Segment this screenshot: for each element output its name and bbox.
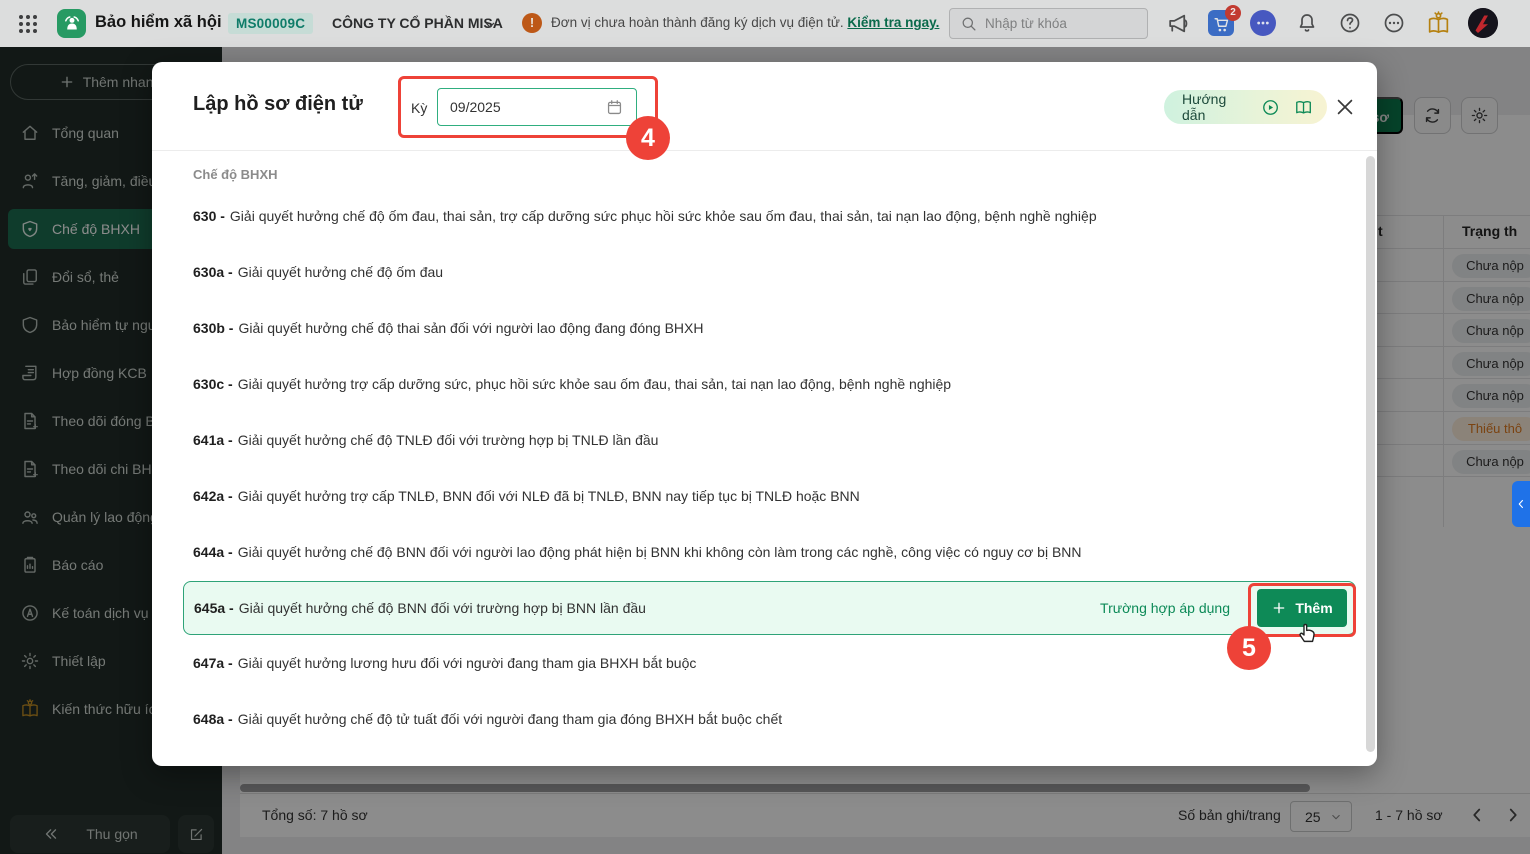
procedure-name: Giải quyết hưởng trợ cấp TNLĐ, BNN đối v… [237,488,860,504]
procedure-row[interactable]: 630 - Giải quyết hưởng chế độ ốm đau, th… [183,188,1356,244]
app-title: Bảo hiểm xã hội [95,13,222,31]
procedure-row[interactable]: 648a - Giải quyết hưởng chế độ tử tuất đ… [183,691,1356,747]
procedure-name: Giải quyết hưởng chế độ BNN đối với ngườ… [237,544,1082,560]
procedure-code: 630c - [193,376,233,392]
procedure-name: Giải quyết hưởng chế độ ốm đau, thai sản… [229,208,1097,224]
play-video-icon[interactable] [1261,97,1280,118]
warning-icon: ! [522,13,542,33]
procedure-name: Giải quyết hưởng trợ cấp dưỡng sức, phục… [237,376,952,392]
avatar[interactable] [1468,8,1498,38]
procedure-row[interactable]: 645a - Giải quyết hưởng chế độ BNN đối v… [183,581,1356,635]
section-header: Chế độ BHXH [193,167,278,182]
megaphone-icon[interactable] [1166,11,1191,36]
app-grid-icon[interactable] [16,12,40,36]
guide-book-icon[interactable] [1294,97,1313,118]
procedure-name: Giải quyết hưởng chế độ BNN đối với trườ… [238,600,646,616]
app-logo-icon [57,9,86,38]
procedure-row[interactable]: 630a - Giải quyết hưởng chế độ ốm đau [183,244,1356,300]
period-input[interactable]: 09/2025 [437,88,637,126]
create-dossier-modal: Lập hồ sơ điện tử Kỳ 09/2025 Hướng dẫn C… [152,62,1377,766]
help-icon[interactable] [1338,11,1363,36]
modal-title: Lập hồ sơ điện tử [193,93,363,115]
procedure-code: 630a - [193,264,233,280]
warning-text: Đơn vị chưa hoàn thành đăng ký dịch vụ đ… [551,15,939,30]
warning-message: Đơn vị chưa hoàn thành đăng ký dịch vụ đ… [551,15,844,30]
procedure-code: 641a - [193,432,233,448]
search-icon [960,15,977,32]
procedure-name: Giải quyết hưởng chế độ ốm đau [237,264,444,280]
search-input[interactable] [985,16,1125,31]
add-button[interactable]: Thêm [1257,589,1347,627]
org-name[interactable]: CÔNG TY CỔ PHẦN MISA [332,15,503,31]
procedure-code: 648a - [193,711,233,727]
procedure-code: 630b - [193,320,234,336]
period-label: Kỳ [411,100,428,116]
calendar-icon[interactable] [605,98,624,117]
more-options-icon[interactable] [1382,11,1407,36]
modal-scrollbar[interactable] [1366,156,1375,752]
procedure-code: 642a - [193,488,233,504]
expand-side-panel-tab[interactable] [1512,481,1530,527]
chat-icon[interactable] [1250,10,1276,36]
global-search[interactable] [949,8,1148,39]
procedure-name: Giải quyết hưởng chế độ tử tuất đối với … [237,711,783,727]
procedure-code: 645a - [194,600,234,616]
tutorial-step-badge-4: 4 [626,116,670,160]
procedure-code: 630 - [193,208,225,224]
guide-pill[interactable]: Hướng dẫn [1164,90,1327,124]
procedure-row[interactable]: 630c - Giải quyết hưởng trợ cấp dưỡng sứ… [183,356,1356,412]
procedure-row[interactable]: 630b - Giải quyết hưởng chế độ thai sản … [183,300,1356,356]
add-button-label: Thêm [1295,600,1333,616]
procedure-code: 644a - [193,544,233,560]
procedure-name: Giải quyết hưởng lương hưu đối với người… [237,655,697,671]
knowledge-book-icon[interactable] [1426,11,1451,36]
tutorial-step-badge-5: 5 [1227,626,1271,670]
modal-body: Chế độ BHXH 630 - Giải quyết hưởng chế đ… [152,151,1377,765]
chevron-left-icon [1514,497,1528,511]
procedure-list: 630 - Giải quyết hưởng chế độ ốm đau, th… [152,188,1377,747]
procedure-name: Giải quyết hưởng chế độ thai sản đối với… [238,320,704,336]
guide-label: Hướng dẫn [1182,91,1227,123]
close-icon[interactable] [1334,96,1358,120]
bell-icon[interactable] [1295,11,1320,36]
procedure-name: Giải quyết hưởng chế độ TNLĐ đối với trư… [237,432,659,448]
plus-icon [1271,600,1287,616]
topbar: Bảo hiểm xã hội MS00009C CÔNG TY CỔ PHẦN… [0,0,1530,47]
period-value: 09/2025 [450,99,501,115]
check-now-link[interactable]: Kiểm tra ngay. [847,15,939,30]
procedure-row[interactable]: 644a - Giải quyết hưởng chế độ BNN đối v… [183,524,1356,580]
procedure-row[interactable]: 642a - Giải quyết hưởng trợ cấp TNLĐ, BN… [183,468,1356,524]
procedure-row[interactable]: 647a - Giải quyết hưởng lương hưu đối vớ… [183,635,1356,691]
org-code-badge: MS00009C [228,13,314,34]
apply-case-link[interactable]: Trường hợp áp dụng [1100,582,1230,634]
chevron-down-icon[interactable] [482,16,498,34]
procedure-row[interactable]: 641a - Giải quyết hưởng chế độ TNLĐ đối … [183,412,1356,468]
cart-badge: 2 [1225,5,1241,21]
procedure-code: 647a - [193,655,233,671]
